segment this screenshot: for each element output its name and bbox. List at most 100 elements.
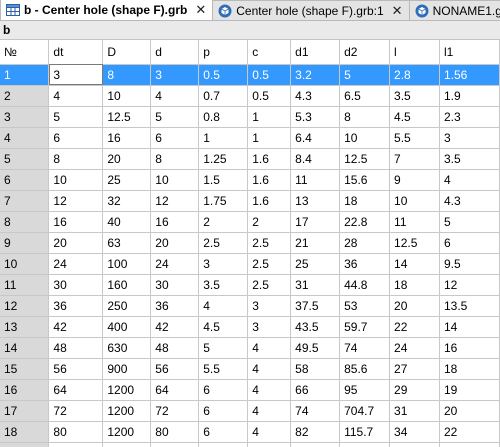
- column-header[interactable]: p: [198, 40, 249, 65]
- column-header[interactable]: d: [150, 40, 200, 65]
- tab-model-document[interactable]: Center hole (shape F).grb:1 ✕: [212, 0, 410, 20]
- row-number-cell[interactable]: 13: [0, 316, 50, 338]
- table-cell[interactable]: 4: [439, 169, 500, 191]
- table-cell[interactable]: 13: [290, 190, 341, 212]
- table-row[interactable]: 18 80 1200 80 6 4 82 115.7 34 22: [0, 421, 500, 443]
- table-row[interactable]: 16 64 1200 64 6 4 66 95 29 19: [0, 379, 500, 401]
- table-cell[interactable]: 29: [389, 379, 440, 401]
- table-cell[interactable]: 4: [150, 85, 200, 107]
- table-cell[interactable]: 1.6: [247, 148, 292, 170]
- row-number-cell[interactable]: 18: [0, 421, 50, 443]
- table-cell[interactable]: 8: [102, 64, 152, 86]
- table-cell[interactable]: 24: [150, 253, 200, 275]
- table-cell[interactable]: 1.56: [439, 64, 500, 86]
- table-cell[interactable]: 72: [48, 400, 104, 422]
- table-cell[interactable]: 30: [150, 274, 200, 296]
- table-cell[interactable]: 36: [150, 295, 200, 317]
- table-cell[interactable]: 0.5: [247, 64, 292, 86]
- table-cell[interactable]: 16: [48, 211, 104, 233]
- table-row[interactable]: 17 72 1200 72 6 4 74 704.7 31 20: [0, 400, 500, 422]
- table-cell[interactable]: 3.5: [389, 85, 440, 107]
- table-cell[interactable]: 24: [389, 337, 440, 359]
- table-cell[interactable]: 48: [48, 337, 104, 359]
- table-cell[interactable]: 2.5: [247, 253, 292, 275]
- row-number-cell[interactable]: 8: [0, 211, 50, 233]
- column-header[interactable]: d2: [339, 40, 391, 65]
- table-cell[interactable]: 49.5: [290, 337, 341, 359]
- row-number-cell[interactable]: 3: [0, 106, 50, 128]
- table-cell[interactable]: 10: [48, 169, 104, 191]
- table-cell[interactable]: 2.3: [439, 106, 500, 128]
- table-cell[interactable]: 3: [247, 316, 292, 338]
- table-cell[interactable]: 9: [389, 169, 440, 191]
- table-cell[interactable]: 8.4: [290, 148, 341, 170]
- table-cell[interactable]: 2.5: [247, 232, 292, 254]
- table-cell[interactable]: 22: [389, 316, 440, 338]
- table-cell[interactable]: 8: [48, 148, 104, 170]
- table-cell[interactable]: 1200: [102, 400, 152, 422]
- table-cell[interactable]: 42: [150, 316, 200, 338]
- table-cell[interactable]: 4.5: [198, 316, 249, 338]
- table-cell[interactable]: 18: [439, 358, 500, 380]
- row-number-cell[interactable]: 17: [0, 400, 50, 422]
- table-cell[interactable]: 2: [198, 211, 249, 233]
- table-cell[interactable]: 3.5: [198, 274, 249, 296]
- table-cell[interactable]: 6: [150, 127, 200, 149]
- table-cell[interactable]: 20: [150, 232, 200, 254]
- table-cell[interactable]: 4: [247, 421, 292, 443]
- table-cell[interactable]: 2.5: [198, 232, 249, 254]
- table-cell[interactable]: 5.3: [290, 106, 341, 128]
- table-cell[interactable]: 37.5: [290, 295, 341, 317]
- table-cell[interactable]: 66: [290, 379, 341, 401]
- table-row[interactable]: 14 48 630 48 5 4 49.5 74 24 16: [0, 337, 500, 359]
- table-cell[interactable]: 80: [150, 421, 200, 443]
- table-cell[interactable]: 100: [150, 442, 200, 447]
- table-cell[interactable]: 40: [102, 211, 152, 233]
- table-cell[interactable]: 0.5: [247, 85, 292, 107]
- close-icon[interactable]: ✕: [392, 4, 403, 17]
- table-cell[interactable]: 13.5: [439, 295, 500, 317]
- column-header[interactable]: dt: [48, 40, 104, 65]
- column-header[interactable]: l1: [439, 40, 500, 65]
- table-cell[interactable]: 10: [389, 190, 440, 212]
- data-grid[interactable]: № dt Dd p c d1 d2 l l1 1 3 8 3 0.5 0.5 3.2 5 2.8 1.56 2 4 10…: [0, 40, 500, 447]
- column-header[interactable]: l: [389, 40, 440, 65]
- table-row[interactable]: 13 42 400 42 4.5 3 43.5 59.7 22 14: [0, 316, 500, 338]
- table-cell[interactable]: 72: [150, 400, 200, 422]
- table-cell[interactable]: 11: [389, 211, 440, 233]
- table-cell[interactable]: 34: [389, 421, 440, 443]
- table-cell[interactable]: 95: [339, 379, 391, 401]
- table-cell[interactable]: 17: [290, 211, 341, 233]
- table-cell[interactable]: 115.7: [339, 421, 391, 443]
- table-cell[interactable]: 6: [198, 421, 249, 443]
- table-cell[interactable]: 140: [339, 442, 391, 447]
- table-cell[interactable]: 400: [102, 316, 152, 338]
- table-cell[interactable]: 6: [198, 379, 249, 401]
- table-cell[interactable]: 36: [48, 295, 104, 317]
- column-header[interactable]: №: [0, 40, 50, 65]
- table-cell[interactable]: 5.5: [389, 127, 440, 149]
- table-cell[interactable]: 31: [290, 274, 341, 296]
- table-cell[interactable]: 4: [247, 358, 292, 380]
- table-cell[interactable]: 21: [290, 232, 341, 254]
- table-row[interactable]: 15 56 900 56 5.5 4 58 85.6 27 18: [0, 358, 500, 380]
- row-number-cell[interactable]: 7: [0, 190, 50, 212]
- row-number-cell[interactable]: 19: [0, 442, 50, 447]
- table-cell[interactable]: 6: [198, 400, 249, 422]
- table-cell[interactable]: 8: [150, 148, 200, 170]
- table-cell[interactable]: 8: [339, 106, 391, 128]
- table-cell[interactable]: 1.6: [247, 190, 292, 212]
- row-number-cell[interactable]: 10: [0, 253, 50, 275]
- table-cell[interactable]: 704.7: [339, 400, 391, 422]
- table-cell[interactable]: 22.8: [339, 211, 391, 233]
- table-cell[interactable]: 6: [439, 232, 500, 254]
- table-cell[interactable]: 5: [339, 64, 391, 86]
- table-cell[interactable]: 250: [102, 295, 152, 317]
- table-cell[interactable]: 20: [389, 295, 440, 317]
- table-cell[interactable]: 27: [389, 358, 440, 380]
- table-cell[interactable]: 5: [198, 337, 249, 359]
- row-number-cell[interactable]: 11: [0, 274, 50, 296]
- table-cell[interactable]: 1.9: [439, 85, 500, 107]
- table-cell[interactable]: 5: [48, 106, 104, 128]
- table-cell[interactable]: 4: [48, 85, 104, 107]
